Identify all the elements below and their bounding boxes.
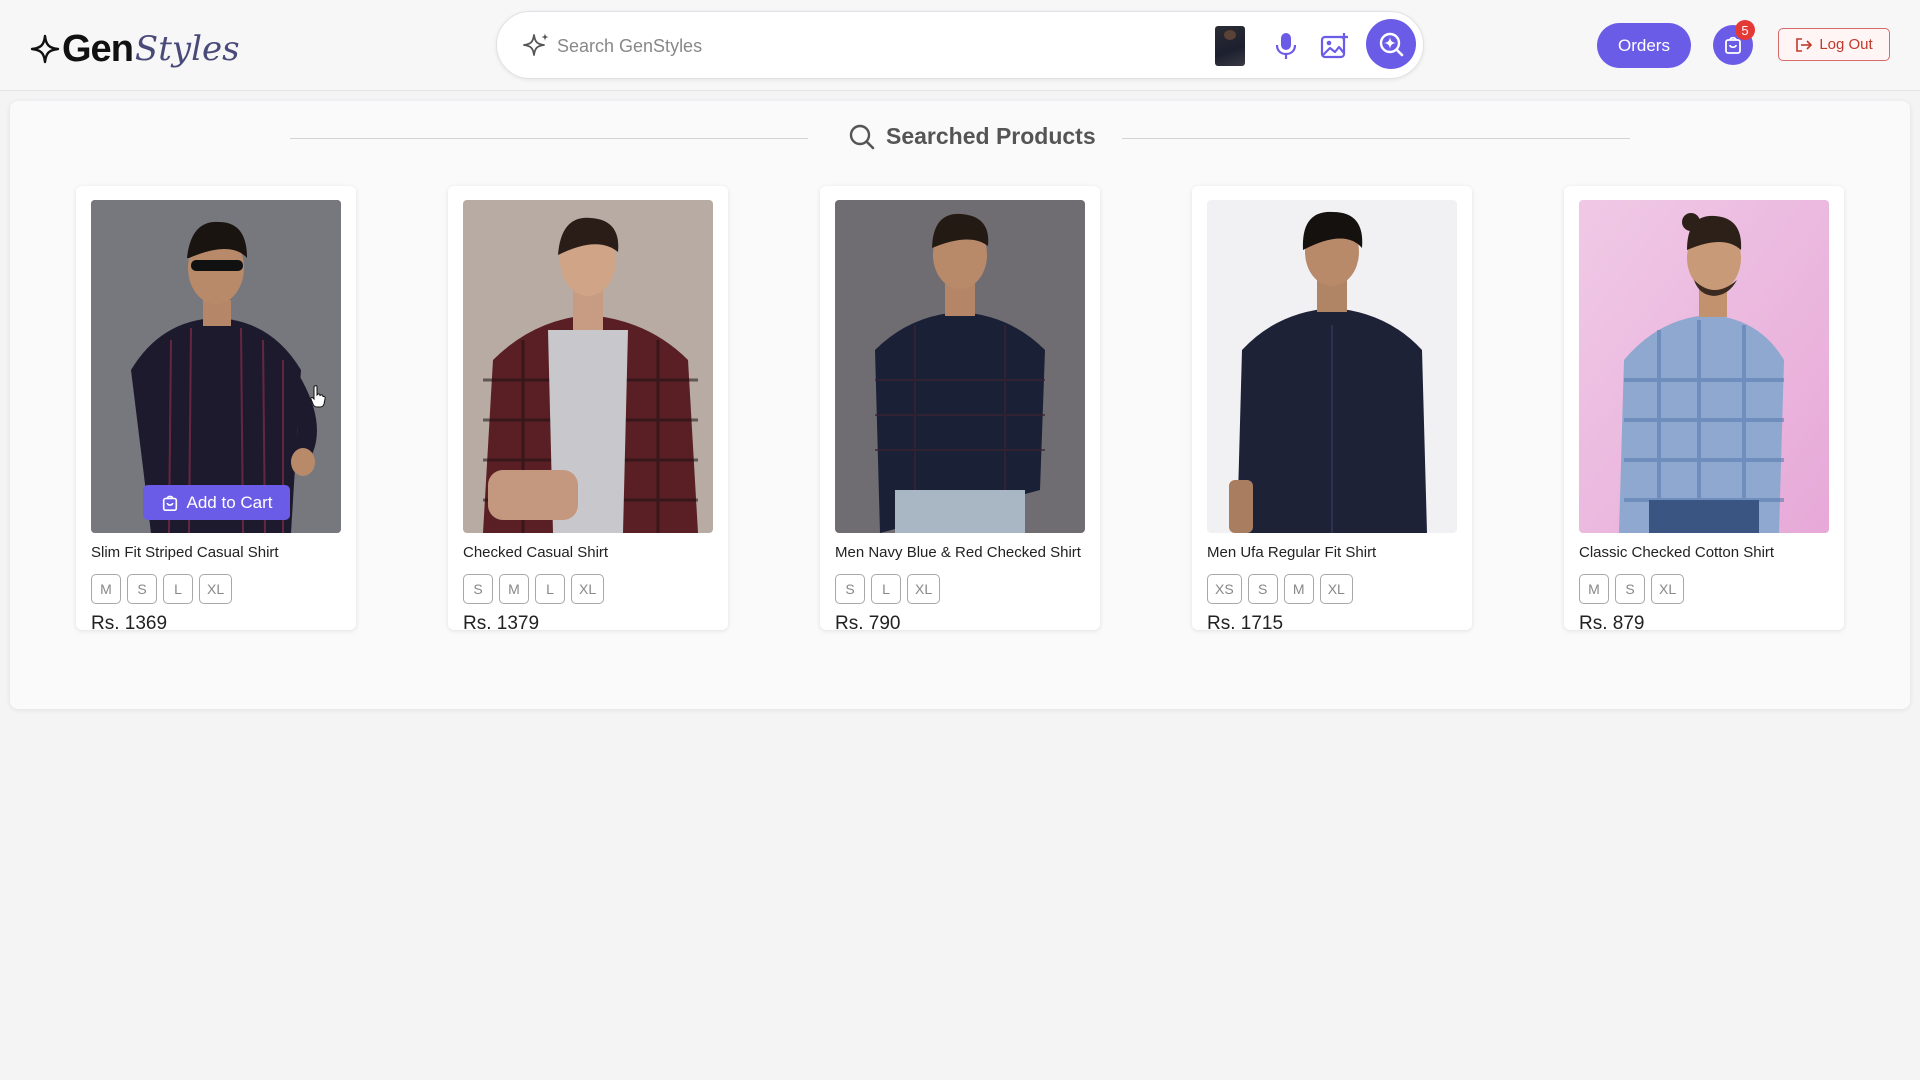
size-chip[interactable]: XL [199,574,233,604]
size-chip[interactable]: M [1579,574,1609,604]
image-search-button[interactable] [1317,28,1353,64]
logout-label: Log Out [1819,36,1873,53]
product-image[interactable] [835,200,1085,533]
add-to-cart-button[interactable]: Add to Cart [143,485,290,520]
size-options: M S L XL [91,574,233,604]
size-chip[interactable]: S [1247,574,1278,604]
size-chip[interactable]: S [1615,574,1645,604]
product-card[interactable]: Checked Casual Shirt S M L XL Rs. 1379 [448,186,728,634]
product-image[interactable]: Add to Cart [91,200,341,533]
cart-count-badge: 5 [1735,20,1755,40]
product-image[interactable] [1207,200,1457,533]
logout-icon [1796,37,1813,52]
product-price: Rs. 790 [835,613,901,634]
search-input[interactable] [557,30,1157,62]
sparkle-star-icon [30,34,60,64]
product-name: Checked Casual Shirt [463,544,609,561]
size-chip[interactable]: XL [1651,574,1685,604]
size-options: M S XL [1579,574,1685,604]
divider-left [290,138,808,139]
hand-pointer-cursor-icon [310,385,326,408]
search-bar [496,11,1424,79]
search-image-thumbnail[interactable] [1215,26,1245,66]
product-name: Men Navy Blue & Red Checked Shirt [835,544,1081,561]
search-sparkle-icon [1379,32,1404,57]
ai-sparkle-icon [523,33,549,56]
size-chip[interactable]: S [463,574,493,604]
size-options: S L XL [835,574,941,604]
product-name: Classic Checked Cotton Shirt [1579,544,1775,561]
voice-search-button[interactable] [1269,29,1303,63]
size-chip[interactable]: XL [571,574,605,604]
size-chip[interactable]: L [871,574,901,604]
orders-button[interactable]: Orders [1597,23,1691,68]
section-title: Searched Products [886,123,1096,149]
image-upload-icon [1320,33,1348,59]
logout-button[interactable]: Log Out [1778,28,1890,61]
size-chip[interactable]: L [163,574,193,604]
product-card[interactable]: Men Navy Blue & Red Checked Shirt S L XL… [820,186,1100,634]
section-header: Searched Products [10,117,1910,157]
product-price: Rs. 1369 [91,613,168,634]
product-price: Rs. 1715 [1207,613,1284,634]
add-to-cart-label: Add to Cart [186,492,273,512]
product-card[interactable]: Men Ufa Regular Fit Shirt XS S M XL Rs. … [1192,186,1472,634]
microphone-icon [1275,33,1297,59]
size-chip[interactable]: M [91,574,121,604]
logo-text-gen: Gen [62,27,134,70]
size-chip[interactable]: S [835,574,865,604]
search-icon [849,124,875,150]
product-image[interactable] [1579,200,1829,533]
brand-logo[interactable]: Gen Styles [30,24,240,74]
ai-search-submit-button[interactable] [1366,19,1416,69]
size-chip[interactable]: L [535,574,565,604]
logo-text-styles: Styles [134,29,240,69]
size-options: XS S M XL [1207,574,1353,604]
size-chip[interactable]: M [499,574,529,604]
size-chip[interactable]: XL [907,574,941,604]
top-header: Gen Styles Search GenStyles Orders 5 Log… [0,0,1920,91]
size-chip[interactable]: S [127,574,157,604]
size-chip[interactable]: M [1283,574,1314,604]
product-name: Slim Fit Striped Casual Shirt [91,544,279,561]
shopping-bag-icon [162,495,177,511]
product-price: Rs. 1379 [463,613,540,634]
divider-right [1122,138,1630,139]
size-chip[interactable]: XS [1207,574,1242,604]
product-image[interactable] [463,200,713,533]
product-name: Men Ufa Regular Fit Shirt [1207,544,1377,561]
product-card[interactable]: Classic Checked Cotton Shirt M S XL Rs. … [1564,186,1844,634]
search-results-panel: Searched Products Add to Cart Slim Fit S… [10,101,1910,709]
size-chip[interactable]: XL [1319,574,1353,604]
size-options: S M L XL [463,574,605,604]
product-price: Rs. 879 [1579,613,1645,634]
